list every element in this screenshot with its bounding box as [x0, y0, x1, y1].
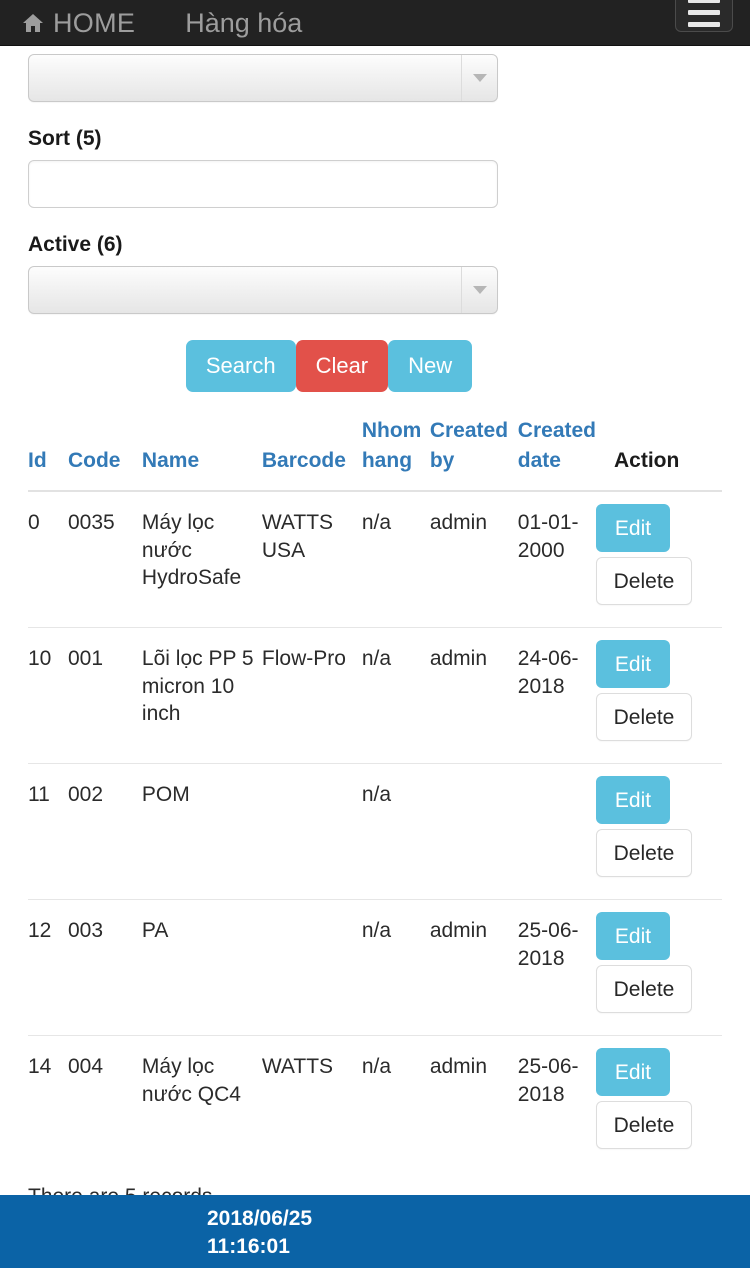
- app-page: HOME Hàng hóa Sort (5) Active (6) Search…: [0, 0, 750, 1268]
- navbar-inner: HOME Hàng hóa: [0, 0, 750, 46]
- cell-code: 001: [67, 626, 142, 764]
- search-button[interactable]: Search: [185, 340, 296, 392]
- edit-button[interactable]: Edit: [596, 503, 670, 552]
- cell-code: 004: [67, 1034, 142, 1171]
- cell-action: Edit Delete: [596, 762, 722, 900]
- edit-button[interactable]: Edit: [596, 911, 670, 960]
- edit-button[interactable]: Edit: [596, 775, 670, 824]
- new-button[interactable]: New: [388, 340, 473, 392]
- footer-time: 11:16:01: [207, 1235, 290, 1259]
- delete-button[interactable]: Delete: [596, 692, 692, 741]
- cell-name: Lõi lọc PP 5 micron 10 inch: [141, 626, 262, 764]
- cell-barcode: [261, 762, 362, 900]
- cell-created-date: 25-06-2018: [517, 898, 596, 1036]
- cell-action: Edit Delete: [596, 491, 722, 628]
- cell-id: 10: [28, 626, 68, 764]
- cell-id: 11: [28, 762, 68, 900]
- sort-label: Sort (5): [28, 127, 102, 150]
- delete-button[interactable]: Delete: [596, 1100, 692, 1149]
- cell-code: 003: [67, 898, 142, 1036]
- group-select[interactable]: [28, 54, 498, 102]
- main-content: Sort (5) Active (6) Search Clear New Id: [0, 46, 750, 1268]
- field-sort: Sort (5): [0, 102, 750, 208]
- hamburger-bar: [688, 0, 720, 3]
- delete-button[interactable]: Delete: [596, 556, 692, 605]
- cell-barcode: [261, 898, 362, 1036]
- delete-button[interactable]: Delete: [596, 828, 692, 877]
- cell-created-by: admin: [429, 898, 518, 1036]
- cell-action: Edit Delete: [596, 1034, 722, 1171]
- col-header-nhom-hang[interactable]: Nhom hang: [362, 416, 430, 491]
- products-table-wrap: Id Code Name Barcode Nhom hang Created b…: [0, 416, 750, 1171]
- col-header-code[interactable]: Code: [68, 416, 142, 491]
- page-footer: 2018/06/25 11:16:01: [0, 1195, 750, 1268]
- edit-button[interactable]: Edit: [596, 639, 670, 688]
- col-header-barcode[interactable]: Barcode: [262, 416, 362, 491]
- cell-barcode: WATTS: [261, 1034, 362, 1171]
- hamburger-bar: [688, 22, 720, 27]
- cell-action: Edit Delete: [596, 898, 722, 1036]
- cell-id: 12: [28, 898, 68, 1036]
- col-header-action: Action: [614, 448, 680, 472]
- filter-actions: Search Clear New: [0, 340, 750, 392]
- group-select-arrow-zone: [461, 55, 497, 101]
- delete-button[interactable]: Delete: [596, 964, 692, 1013]
- table-row: 14 004 Máy lọc nước QC4 WATTS n/a admin 25-06-…: [28, 1034, 722, 1171]
- hamburger-bar: [688, 10, 720, 15]
- cell-id: 0: [28, 510, 40, 534]
- table-row: 0 0035 Máy lọc nước HydroSafe WATTS USA n/a a…: [28, 491, 722, 628]
- top-navbar: HOME Hàng hóa: [0, 0, 750, 46]
- cell-created-by: admin: [429, 510, 488, 534]
- clear-button[interactable]: Clear: [295, 340, 389, 392]
- table-head: Id Code Name Barcode Nhom hang Created b…: [28, 416, 722, 491]
- cell-code: 002: [67, 762, 142, 900]
- cell-id: 14: [28, 1034, 68, 1171]
- table-row: 12 003 PA n/a admin 25-06-2018 Edit Delete: [28, 898, 722, 1036]
- chevron-down-icon: [472, 74, 487, 82]
- cell-nhom-hang: n/a: [361, 1034, 430, 1171]
- cell-created-date: 24-06-2018: [517, 626, 596, 764]
- cell-created-date: [517, 762, 596, 900]
- chevron-down-icon: [472, 286, 487, 294]
- nav-home-label: HOME: [53, 7, 136, 38]
- col-header-created-by[interactable]: Created by: [430, 416, 518, 491]
- cell-nhom-hang: n/a: [361, 510, 392, 534]
- table-body: 0 0035 Máy lọc nước HydroSafe WATTS USA n/a a…: [28, 491, 722, 1171]
- cell-nhom-hang: n/a: [361, 762, 430, 900]
- table-row: 10 001 Lõi lọc PP 5 micron 10 inch Flow-Pro…: [28, 626, 722, 764]
- products-table: Id Code Name Barcode Nhom hang Created b…: [28, 416, 722, 1171]
- cell-name: Máy lọc nước QC4: [141, 1034, 262, 1171]
- cell-action: Edit Delete: [596, 626, 722, 764]
- active-select[interactable]: [28, 266, 498, 314]
- col-header-created-date[interactable]: Created date: [518, 416, 596, 491]
- cell-name: PA: [141, 898, 262, 1036]
- cell-created-by: [429, 762, 518, 900]
- cell-created-date: 01-01-2000: [517, 510, 579, 562]
- table-header-row: Id Code Name Barcode Nhom hang Created b…: [28, 416, 722, 491]
- cell-created-by: admin: [429, 626, 518, 764]
- col-header-name[interactable]: Name: [142, 416, 262, 491]
- cell-created-date: 25-06-2018: [517, 1034, 596, 1171]
- field-group-select: [0, 46, 750, 102]
- cell-barcode: WATTS USA: [261, 510, 334, 562]
- field-active: Active (6): [0, 208, 750, 314]
- cell-name: Máy lọc nước HydroSafe: [141, 510, 242, 590]
- sort-input[interactable]: [28, 160, 498, 208]
- cell-code: 0035: [67, 510, 115, 534]
- nav-section-link[interactable]: Hàng hóa: [185, 8, 302, 39]
- cell-nhom-hang: n/a: [361, 626, 430, 764]
- footer-date: 2018/06/25: [207, 1207, 313, 1230]
- table-row: 11 002 POM n/a Edit Delete: [28, 762, 722, 900]
- active-select-arrow-zone: [461, 267, 497, 313]
- home-icon: [22, 13, 44, 33]
- col-header-id[interactable]: Id: [28, 416, 68, 491]
- edit-button[interactable]: Edit: [596, 1047, 670, 1096]
- cell-nhom-hang: n/a: [361, 898, 430, 1036]
- nav-home-link[interactable]: HOME: [22, 8, 135, 39]
- hamburger-menu-icon[interactable]: [675, 0, 733, 32]
- cell-created-by: admin: [429, 1034, 518, 1171]
- cell-name: POM: [141, 762, 262, 900]
- cell-barcode: Flow-Pro: [261, 626, 362, 764]
- active-label: Active (6): [28, 233, 123, 256]
